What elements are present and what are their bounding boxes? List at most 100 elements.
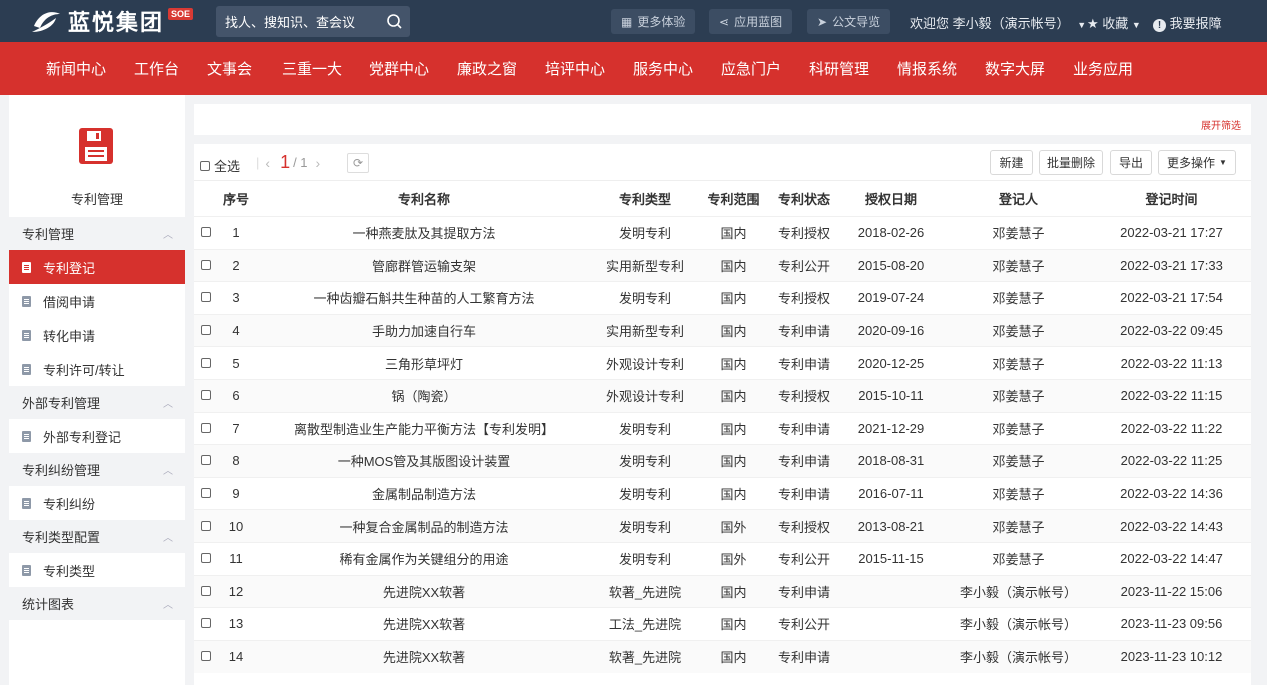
sidebar-item[interactable]: 转化申请 [9, 318, 185, 352]
table-row[interactable]: 14 先进院XX软著 软著_先进院 国内 专利申请 李小毅（演示帐号） 2023-11-23… [194, 639, 1251, 673]
report-issue-link[interactable]: ! 我要报障 [1153, 13, 1222, 32]
new-button[interactable]: 新建 [990, 150, 1033, 175]
nav-item[interactable]: 科研管理 [809, 58, 869, 79]
table-cell[interactable]: 一种齿瓣石斛共生种苗的人工繁育方法 [254, 281, 594, 315]
table-cell[interactable]: 三角形草坪灯 [254, 346, 594, 380]
sidebar-item[interactable]: 外部专利登记 [9, 419, 185, 453]
row-checkbox[interactable] [201, 651, 211, 662]
sidebar-item[interactable]: 专利纠纷 [9, 486, 185, 520]
search-icon[interactable] [378, 6, 410, 37]
table-cell[interactable]: 稀有金属作为关键组分的用途 [254, 541, 594, 576]
row-checkbox[interactable] [201, 357, 211, 368]
search-box[interactable]: 找人、搜知识、查会议 [216, 6, 410, 37]
sidebar-item[interactable]: 专利许可/转让 [9, 352, 185, 386]
floppy-disk-icon [79, 128, 113, 164]
favorites-menu[interactable]: ★ 收藏 ▼ [1087, 13, 1141, 32]
table-row[interactable]: 12 先进院XX软著 软著_先进院 国内 专利申请 李小毅（演示帐号） 2023-11-22… [194, 574, 1251, 608]
table-cell[interactable]: 一种复合金属制品的制造方法 [254, 509, 594, 543]
logo[interactable]: 蓝悦集团 SOE [30, 5, 194, 37]
nav-item[interactable]: 文事会 [207, 58, 252, 79]
more-experience-button[interactable]: ▦ 更多体验 [611, 9, 696, 34]
nav-item[interactable]: 廉政之窗 [457, 58, 517, 79]
next-page-icon[interactable]: › [316, 155, 321, 171]
table-cell: 国内 [696, 346, 771, 380]
table-cell[interactable]: 一种MOS管及其版图设计装置 [254, 444, 594, 478]
table-cell: 2022-03-22 14:47 [1092, 541, 1251, 576]
table-cell[interactable]: 离散型制造业生产能力平衡方法【专利发明】 [254, 411, 594, 445]
table-row[interactable]: 11 稀有金属作为关键组分的用途 发明专利 国外 专利公开 2015-11-15 邓姜慧子 2… [194, 541, 1251, 576]
export-button[interactable]: 导出 [1110, 150, 1152, 175]
table-row[interactable]: 3 一种齿瓣石斛共生种苗的人工繁育方法 发明专利 国内 专利授权 2019-07-24 邓姜… [194, 281, 1251, 315]
doc-nav-button[interactable]: ➤ 公文导览 [807, 9, 891, 34]
nav-item[interactable]: 情报系统 [897, 58, 957, 79]
table-cell: 国内 [696, 313, 771, 347]
row-checkbox[interactable] [201, 585, 211, 596]
nav-item[interactable]: 党群中心 [369, 58, 429, 79]
table-cell[interactable]: 锅（陶瓷） [254, 378, 594, 413]
table-cell[interactable]: 金属制品制造方法 [254, 476, 594, 510]
sidebar-group-header[interactable]: 专利类型配置 ︿ [9, 520, 185, 553]
prev-page-icon[interactable]: ‹ [265, 155, 270, 171]
row-checkbox[interactable] [201, 455, 211, 466]
row-checkbox[interactable] [201, 259, 211, 270]
batch-delete-button[interactable]: 批量删除 [1039, 150, 1103, 175]
table-row[interactable]: 1 一种燕麦肽及其提取方法 发明专利 国内 专利授权 2018-02-26 邓姜慧子 2022… [194, 216, 1251, 250]
nav-item[interactable]: 三重一大 [282, 58, 342, 79]
table-row[interactable]: 6 锅（陶瓷） 外观设计专利 国内 专利授权 2015-10-11 邓姜慧子 2022-03-… [194, 378, 1251, 413]
row-checkbox[interactable] [201, 618, 211, 629]
row-checkbox[interactable] [201, 422, 211, 433]
sidebar-group-header[interactable]: 专利纠纷管理 ︿ [9, 453, 185, 486]
nav-item[interactable]: 工作台 [134, 58, 179, 79]
sidebar-group-header[interactable]: 统计图表 ︿ [9, 587, 185, 620]
nav-item[interactable]: 业务应用 [1073, 58, 1133, 79]
sidebar-item[interactable]: 专利登记 [9, 250, 185, 284]
nav-item[interactable]: 新闻中心 [46, 58, 106, 79]
row-checkbox[interactable] [201, 325, 211, 336]
sidebar-item[interactable]: 借阅申请 [9, 284, 185, 318]
row-checkbox[interactable] [201, 390, 211, 401]
sidebar-group-header[interactable]: 外部专利管理 ︿ [9, 386, 185, 419]
table-row[interactable]: 5 三角形草坪灯 外观设计专利 国内 专利申请 2020-12-25 邓姜慧子 2022-03… [194, 346, 1251, 380]
table-cell: 专利公开 [771, 541, 837, 576]
checkbox[interactable] [200, 160, 210, 171]
row-checkbox[interactable] [201, 520, 211, 531]
table-cell[interactable]: 一种燕麦肽及其提取方法 [254, 216, 594, 250]
nav-item[interactable]: 应急门户 [721, 58, 781, 79]
nav-item[interactable]: 服务中心 [633, 58, 693, 79]
expand-filter-link[interactable]: 展开筛选 [1201, 117, 1241, 132]
table-cell[interactable]: 先进院XX软著 [254, 607, 594, 641]
search-input[interactable]: 找人、搜知识、查会议 [225, 12, 378, 31]
table-cell[interactable]: 管廊群管运输支架 [254, 248, 594, 282]
table-cell[interactable]: 先进院XX软著 [254, 574, 594, 608]
document-icon [22, 363, 31, 375]
table-cell [837, 639, 945, 673]
table-cell[interactable]: 手助力加速自行车 [254, 313, 594, 347]
table-cell: 2023-11-23 09:56 [1092, 607, 1251, 641]
row-checkbox[interactable] [201, 488, 211, 499]
table-row[interactable]: 8 一种MOS管及其版图设计装置 发明专利 国内 专利申请 2018-08-31 邓姜慧子 2… [194, 444, 1251, 478]
row-checkbox[interactable] [201, 292, 211, 303]
nav-item[interactable]: 数字大屏 [985, 58, 1045, 79]
table-cell: 国内 [696, 639, 771, 673]
sidebar-item[interactable]: 专利类型 [9, 553, 185, 587]
row-checkbox[interactable] [201, 553, 211, 564]
sidebar-group-header[interactable]: 专利管理 ︿ [9, 217, 185, 250]
refresh-icon[interactable]: ⟳ [347, 153, 369, 173]
more-actions-button[interactable]: 更多操作 ▼ [1158, 150, 1236, 175]
table-row[interactable]: 13 先进院XX软著 工法_先进院 国内 专利公开 李小毅（演示帐号） 2023-11-23… [194, 607, 1251, 641]
table-row[interactable]: 9 金属制品制造方法 发明专利 国内 专利申请 2016-07-11 邓姜慧子 2022-03… [194, 476, 1251, 510]
nav-item[interactable]: 培评中心 [545, 58, 605, 79]
top-bar: 蓝悦集团 SOE 找人、搜知识、查会议 ▦ 更多体验 ⋖ 应用蓝图 ➤ 公文导览 欢迎… [0, 0, 1267, 42]
row-checkbox[interactable] [201, 227, 211, 238]
table-row[interactable]: 2 管廊群管运输支架 实用新型专利 国内 专利公开 2015-08-20 邓姜慧子 2022-… [194, 248, 1251, 282]
table-row[interactable]: 10 一种复合金属制品的制造方法 发明专利 国外 专利授权 2013-08-21 邓姜慧子 2… [194, 509, 1251, 543]
current-page[interactable]: 1 [280, 152, 290, 173]
app-blueprint-button[interactable]: ⋖ 应用蓝图 [709, 9, 793, 34]
sidebar-item-label: 专利纠纷 [43, 496, 96, 512]
select-all-checkbox[interactable]: 全选 [200, 156, 240, 175]
sidebar-item-label: 专利登记 [43, 260, 96, 276]
user-menu[interactable]: 欢迎您 李小毅（演示帐号） ▼ [910, 13, 1086, 32]
table-row[interactable]: 4 手助力加速自行车 实用新型专利 国内 专利申请 2020-09-16 邓姜慧子 2022-… [194, 313, 1251, 347]
table-cell[interactable]: 先进院XX软著 [254, 639, 594, 673]
table-row[interactable]: 7 离散型制造业生产能力平衡方法【专利发明】 发明专利 国内 专利申请 2021-12-2… [194, 411, 1251, 445]
